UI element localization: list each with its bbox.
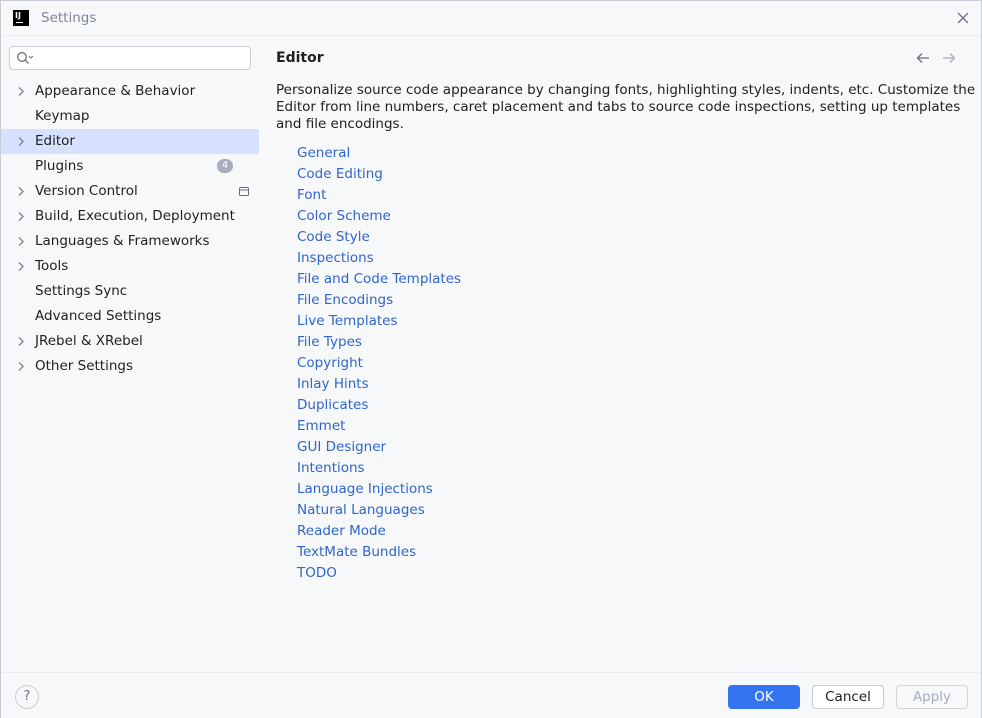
link-gui-designer[interactable]: GUI Designer <box>297 437 461 458</box>
link-inspections[interactable]: Inspections <box>297 248 461 269</box>
link-emmet[interactable]: Emmet <box>297 416 461 437</box>
sidebar-item-settings-sync[interactable]: Settings Sync <box>1 279 259 304</box>
sidebar-item-tools[interactable]: Tools <box>1 254 259 279</box>
sidebar-item-label: Advanced Settings <box>35 308 162 324</box>
sidebar-item-label: Settings Sync <box>35 283 128 299</box>
settings-tree: Appearance & Behavior Keymap Editor Plugins… <box>1 79 259 379</box>
chevron-right-icon[interactable] <box>16 336 26 347</box>
sidebar-item-build-execution-deployment[interactable]: Build, Execution, Deployment <box>1 204 259 229</box>
sidebar-item-label: Other Settings <box>35 358 133 374</box>
settings-dialog: IJ Settings Appearance & Behavior Keymap E… <box>0 0 982 718</box>
sidebar-item-languages-frameworks[interactable]: Languages & Frameworks <box>1 229 259 254</box>
link-general[interactable]: General <box>297 143 461 164</box>
link-todo[interactable]: TODO <box>297 563 461 584</box>
sidebar-item-label: Keymap <box>35 108 90 124</box>
sidebar-item-label: Build, Execution, Deployment <box>35 208 235 224</box>
sidebar-item-label: Appearance & Behavior <box>35 83 196 99</box>
sidebar-item-plugins[interactable]: Plugins 4 <box>1 154 259 179</box>
link-intentions[interactable]: Intentions <box>297 458 461 479</box>
link-language-injections[interactable]: Language Injections <box>297 479 461 500</box>
sidebar-item-label: Tools <box>35 258 69 274</box>
chevron-right-icon[interactable] <box>16 361 26 372</box>
chevron-right-icon[interactable] <box>16 211 26 222</box>
sidebar-item-label: JRebel & XRebel <box>35 333 143 349</box>
page-title: Editor <box>276 50 324 66</box>
search-field[interactable] <box>9 46 251 70</box>
sidebar-item-version-control[interactable]: Version Control <box>1 179 259 204</box>
search-icon <box>17 52 34 64</box>
sidebar-item-keymap[interactable]: Keymap <box>1 104 259 129</box>
link-code-style[interactable]: Code Style <box>297 227 461 248</box>
sidebar-item-other-settings[interactable]: Other Settings <box>1 354 259 379</box>
link-file-types[interactable]: File Types <box>297 332 461 353</box>
sidebar-item-editor[interactable]: Editor <box>1 129 259 154</box>
title-bar: IJ Settings <box>1 1 981 36</box>
dialog-footer: ? OK Cancel Apply <box>1 672 981 718</box>
link-color-scheme[interactable]: Color Scheme <box>297 206 461 227</box>
link-code-editing[interactable]: Code Editing <box>297 164 461 185</box>
app-logo-icon: IJ <box>13 10 29 26</box>
chevron-right-icon[interactable] <box>16 186 26 197</box>
ok-button[interactable]: OK <box>728 685 800 709</box>
link-inlay-hints[interactable]: Inlay Hints <box>297 374 461 395</box>
link-natural-languages[interactable]: Natural Languages <box>297 500 461 521</box>
chevron-right-icon[interactable] <box>16 86 26 97</box>
link-live-templates[interactable]: Live Templates <box>297 311 461 332</box>
chevron-right-icon[interactable] <box>16 261 26 272</box>
link-file-and-code-templates[interactable]: File and Code Templates <box>297 269 461 290</box>
close-icon[interactable] <box>955 10 971 26</box>
sidebar-item-appearance-behavior[interactable]: Appearance & Behavior <box>1 79 259 104</box>
search-input[interactable] <box>36 49 246 67</box>
chevron-right-icon[interactable] <box>16 236 26 247</box>
sidebar-item-label: Languages & Frameworks <box>35 233 210 249</box>
window-title: Settings <box>41 10 97 26</box>
sidebar-item-advanced-settings[interactable]: Advanced Settings <box>1 304 259 329</box>
page-description: Personalize source code appearance by ch… <box>276 82 976 132</box>
sidebar-item-label: Editor <box>35 133 75 149</box>
link-file-encodings[interactable]: File Encodings <box>297 290 461 311</box>
link-reader-mode[interactable]: Reader Mode <box>297 521 461 542</box>
back-arrow-icon[interactable] <box>915 50 931 66</box>
link-duplicates[interactable]: Duplicates <box>297 395 461 416</box>
link-copyright[interactable]: Copyright <box>297 353 461 374</box>
link-font[interactable]: Font <box>297 185 461 206</box>
settings-sidebar: Appearance & Behavior Keymap Editor Plugins… <box>1 36 259 672</box>
update-count-badge: 4 <box>217 159 233 173</box>
sidebar-item-jrebel-xrebel[interactable]: JRebel & XRebel <box>1 329 259 354</box>
cancel-button[interactable]: Cancel <box>812 685 884 709</box>
sidebar-item-label: Plugins <box>35 158 84 174</box>
help-button[interactable]: ? <box>15 685 39 709</box>
apply-button[interactable]: Apply <box>896 685 968 709</box>
link-textmate-bundles[interactable]: TextMate Bundles <box>297 542 461 563</box>
project-scope-icon <box>239 187 249 196</box>
chevron-right-icon[interactable] <box>16 136 26 147</box>
sidebar-item-label: Version Control <box>35 183 138 199</box>
main-panel: Editor Personalize source code appearanc… <box>259 36 981 672</box>
editor-links: General Code Editing Font Color Scheme Code … <box>297 143 461 584</box>
forward-arrow-icon[interactable] <box>941 50 957 66</box>
app-logo-text: IJ <box>15 11 21 20</box>
